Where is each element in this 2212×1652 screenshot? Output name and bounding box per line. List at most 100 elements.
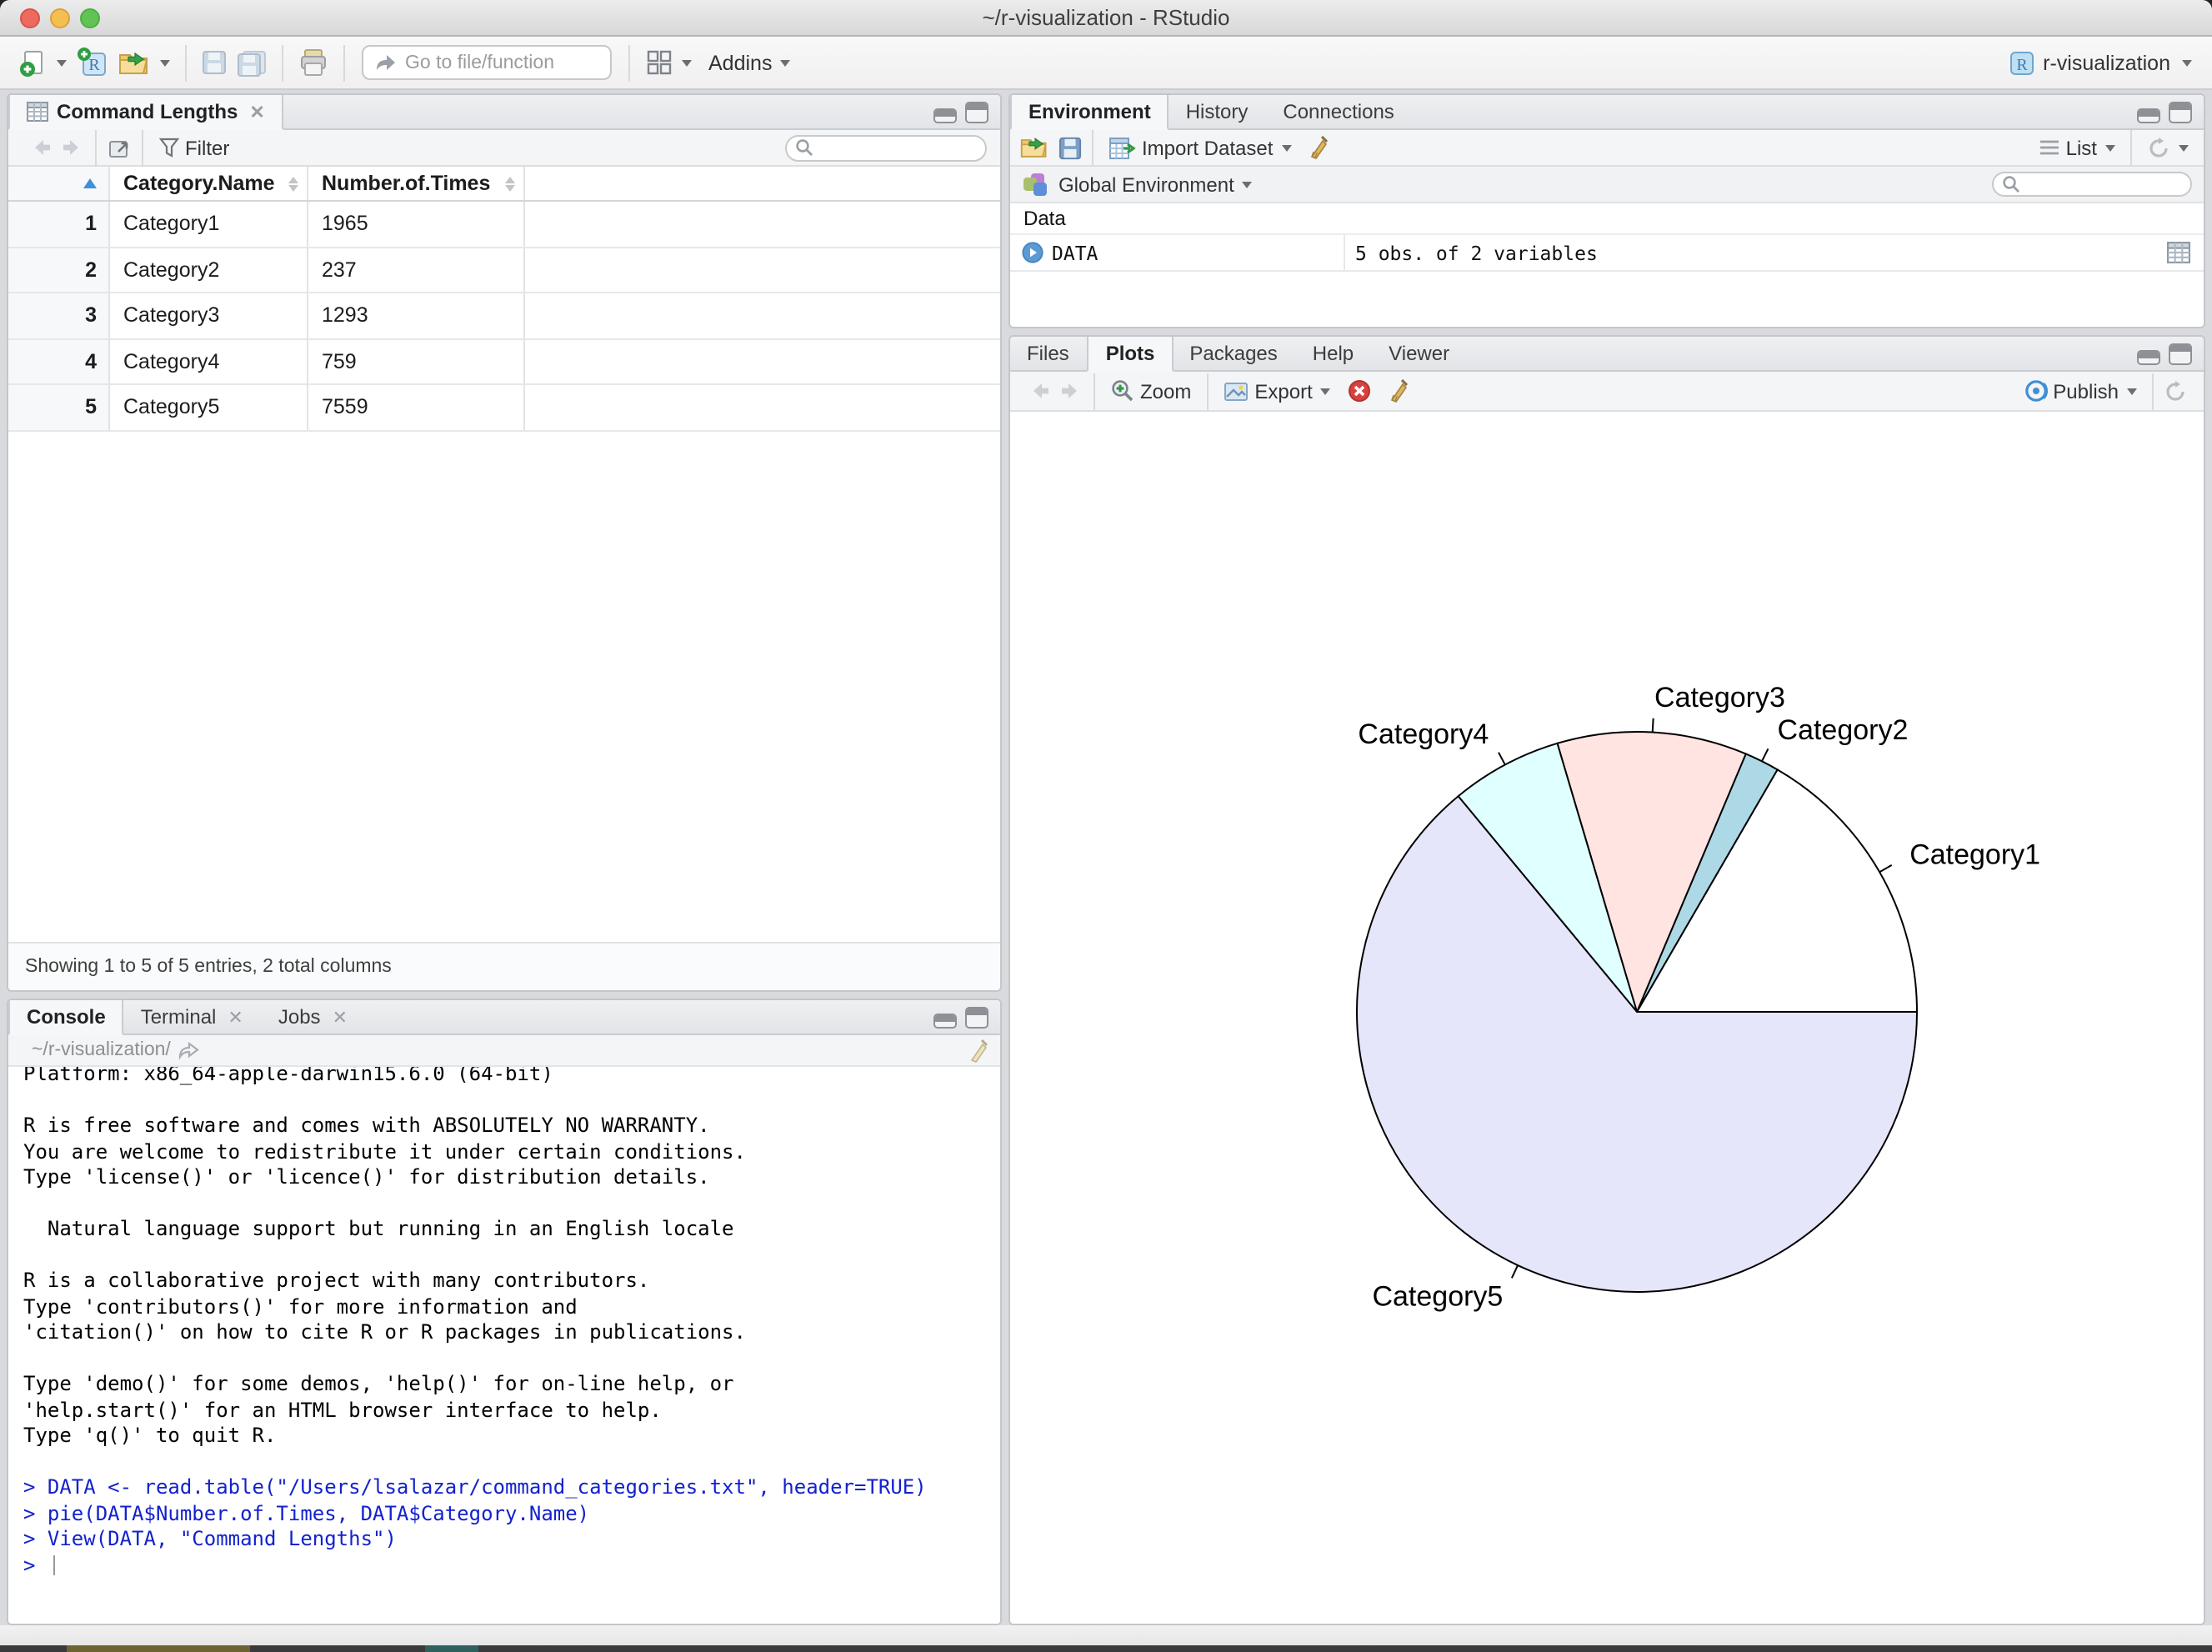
table-cell: Category3 xyxy=(110,293,308,338)
save-workspace-icon[interactable] xyxy=(1058,136,1082,159)
clear-console-broom-icon[interactable] xyxy=(967,1038,990,1063)
scope-label: Global Environment xyxy=(1058,173,1234,196)
column-header-category-name[interactable]: Category.Name xyxy=(110,167,308,200)
addins-button[interactable]: Addins xyxy=(703,48,795,78)
import-dataset-button[interactable]: Import Dataset xyxy=(1103,133,1296,163)
goto-file-input[interactable] xyxy=(405,53,598,73)
tab-label: Connections xyxy=(1283,100,1394,123)
r-project-icon: R xyxy=(2009,51,2034,74)
clear-broom-icon[interactable] xyxy=(1306,135,1329,160)
clear-plots-broom-icon[interactable] xyxy=(1388,378,1411,403)
print-button[interactable] xyxy=(293,45,333,80)
toolbar-separator xyxy=(142,129,143,166)
zoom-window-button[interactable] xyxy=(80,8,100,28)
environment-scope-button[interactable]: Global Environment xyxy=(1058,173,1253,196)
close-icon[interactable]: ✕ xyxy=(333,1006,348,1028)
load-workspace-icon[interactable] xyxy=(1020,135,1050,160)
filter-funnel-icon xyxy=(158,138,180,158)
new-file-button[interactable] xyxy=(13,44,72,81)
console-output-line: Natural language support but running in … xyxy=(23,1217,734,1240)
row-number-header[interactable] xyxy=(8,167,110,200)
filter-button[interactable]: Filter xyxy=(153,133,234,163)
environment-search-input[interactable] xyxy=(1992,172,2192,197)
viewer-search-input[interactable] xyxy=(785,134,987,161)
tab-connections[interactable]: Connections xyxy=(1266,95,1412,128)
pie-label: Category4 xyxy=(1358,718,1489,750)
toolbar-separator xyxy=(1206,373,1209,409)
close-window-button[interactable] xyxy=(20,8,40,28)
list-view-button[interactable]: List xyxy=(2034,133,2120,163)
view-table-icon[interactable] xyxy=(2167,242,2190,263)
window-footer xyxy=(0,1625,2212,1645)
goto-file-search[interactable] xyxy=(362,45,612,80)
console-pane: Console Terminal ✕ Jobs ✕ ~/r-visualizatio… xyxy=(7,999,1002,1625)
tab-files[interactable]: Files xyxy=(1010,337,1088,370)
save-button[interactable] xyxy=(197,47,232,78)
global-environment-icon xyxy=(1023,173,1047,196)
open-in-window-icon[interactable] xyxy=(107,136,132,159)
goto-directory-icon[interactable] xyxy=(179,1041,201,1059)
console-output[interactable]: Platform: x86_64-apple-darwin15.6.0 (64-… xyxy=(8,1067,1000,1624)
publish-button[interactable]: Publish xyxy=(2018,375,2142,407)
new-project-button[interactable]: R xyxy=(72,43,113,82)
maximize-pane-icon[interactable] xyxy=(2169,102,2192,123)
viewer-status-bar: Showing 1 to 5 of 5 entries, 2 total col… xyxy=(8,942,1000,990)
new-project-icon: R xyxy=(78,48,106,76)
minimize-window-button[interactable] xyxy=(50,8,70,28)
maximize-pane-icon[interactable] xyxy=(965,1007,988,1029)
forward-icon[interactable] xyxy=(60,137,85,158)
remove-plot-icon[interactable] xyxy=(1348,378,1373,403)
toolbar-separator xyxy=(185,44,187,81)
pie-label: Category3 xyxy=(1654,682,1785,713)
table-cell: Category4 xyxy=(110,339,308,383)
expand-object-icon[interactable] xyxy=(1022,242,1043,263)
refresh-plot-icon[interactable] xyxy=(2164,379,2187,403)
tab-environment[interactable]: Environment xyxy=(1010,95,1169,130)
back-icon[interactable] xyxy=(28,137,53,158)
open-file-button[interactable] xyxy=(113,46,175,79)
zoom-plot-button[interactable]: Zoom xyxy=(1105,375,1196,407)
refresh-environment-button[interactable] xyxy=(2142,133,2194,163)
minimize-pane-icon[interactable] xyxy=(2137,108,2160,123)
maximize-pane-icon[interactable] xyxy=(2169,343,2192,365)
environment-pane: Environment History Connections Import D… xyxy=(1008,93,2205,328)
minimize-pane-icon[interactable] xyxy=(2137,350,2160,365)
close-icon[interactable]: ✕ xyxy=(228,1006,243,1028)
save-all-button[interactable] xyxy=(232,46,272,79)
maximize-pane-icon[interactable] xyxy=(965,102,988,123)
tab-jobs[interactable]: Jobs ✕ xyxy=(262,1000,366,1034)
console-output-line: Platform: x86_64-apple-darwin15.6.0 (64-… xyxy=(23,1067,553,1085)
table-cell: 1 xyxy=(8,202,110,246)
minimize-pane-icon[interactable] xyxy=(933,108,957,123)
console-working-dir-bar: ~/r-visualization/ xyxy=(8,1035,1000,1067)
tab-terminal[interactable]: Terminal ✕ xyxy=(124,1000,262,1034)
console-input-line: > View(DATA, "Command Lengths") xyxy=(23,1527,397,1550)
tab-packages[interactable]: Packages xyxy=(1173,337,1295,370)
viewer-status-text: Showing 1 to 5 of 5 entries, 2 total col… xyxy=(25,957,392,977)
close-icon[interactable]: ✕ xyxy=(249,101,264,123)
environment-scope-row: Global Environment xyxy=(1010,167,2204,203)
main-toolbar: R Addins R xyxy=(0,37,2212,90)
column-header-number-of-times[interactable]: Number.of.Times xyxy=(308,167,525,200)
pane-layout-button[interactable] xyxy=(640,45,697,80)
tab-viewer[interactable]: Viewer xyxy=(1372,337,1468,370)
tab-label: Terminal xyxy=(140,1005,217,1029)
dock-edge xyxy=(0,1645,2212,1652)
publish-icon xyxy=(2024,380,2048,402)
minimize-pane-icon[interactable] xyxy=(933,1014,957,1029)
tab-help[interactable]: Help xyxy=(1296,337,1372,370)
console-output-line: Type 'contributors()' for more informati… xyxy=(23,1294,578,1318)
tab-history[interactable]: History xyxy=(1169,95,1267,128)
previous-plot-icon[interactable] xyxy=(1027,380,1052,402)
list-label: List xyxy=(2065,136,2097,159)
export-plot-button[interactable]: Export xyxy=(1218,376,1335,406)
tab-plots[interactable]: Plots xyxy=(1087,337,1174,372)
project-selector-button[interactable]: R r-visualization xyxy=(2001,46,2199,79)
tab-console[interactable]: Console xyxy=(8,1000,124,1035)
toolbar-separator xyxy=(1092,129,1093,166)
next-plot-icon[interactable] xyxy=(1058,380,1083,402)
environment-object-row[interactable]: DATA 5 obs. of 2 variables xyxy=(1010,235,2204,272)
tab-command-lengths[interactable]: Command Lengths ✕ xyxy=(8,95,283,130)
